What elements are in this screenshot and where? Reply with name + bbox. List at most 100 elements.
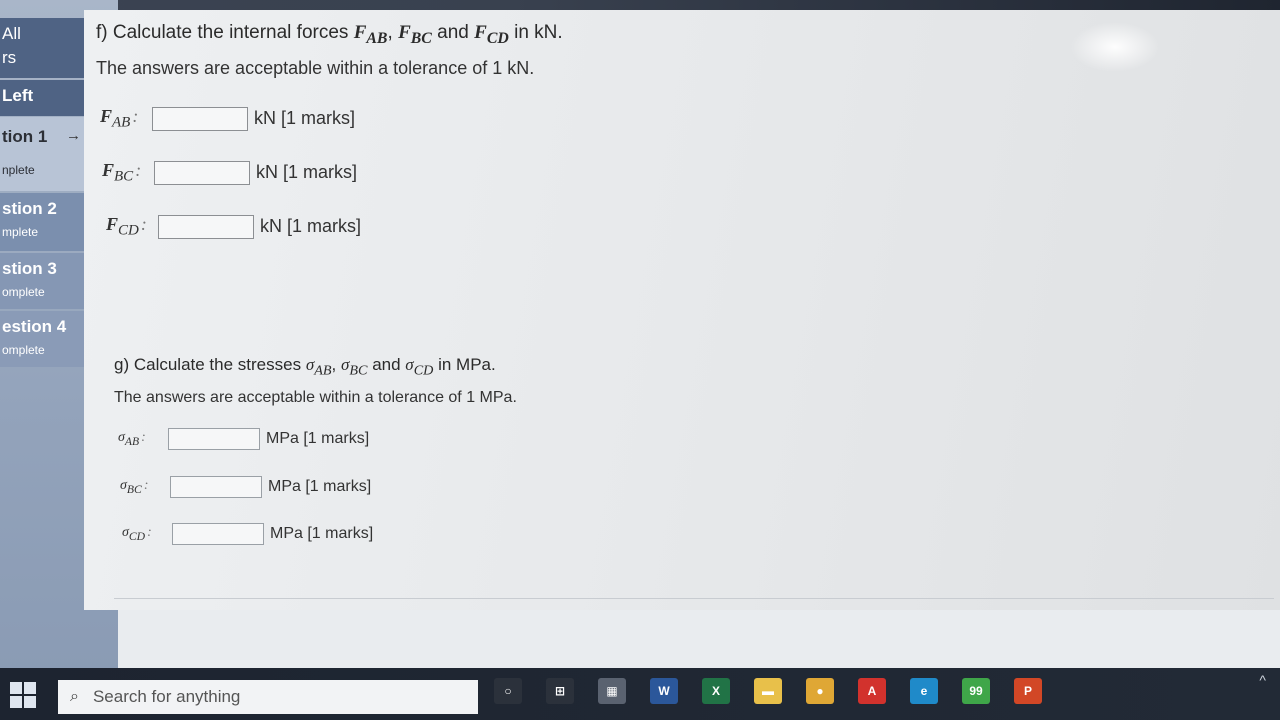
answer-row-sigma-cd: σCD: MPa [1 marks] [122,523,373,545]
sidebar-item-question-3[interactable]: stion 3 omplete [0,253,84,309]
sigma-bc-unit-marks: MPa [1 marks] [268,478,372,495]
label-sigma-cd-sub: CD [128,529,146,543]
search-icon: ⌕ [70,688,79,705]
powerpoint-icon[interactable]: P [1014,678,1042,704]
label-sigma-ab: σAB: [118,430,146,448]
question-1-status: nplete [2,163,35,177]
label-sigma-ab-sub: AB [124,434,140,448]
edge-icon[interactable]: e [910,678,938,704]
arrow-right-icon: → [66,127,81,144]
var-fab-sub: AB [366,29,388,47]
label-sigma-bc-symbol: σ [120,478,127,494]
label-fab-sub: AB [112,114,131,131]
var-sigma-ab-sub: AB [314,362,332,379]
var-fbc: FBC [398,22,432,47]
question-3-status: omplete [2,285,45,299]
question-f-title-prefix: f) Calculate the internal forces [96,22,349,43]
chrome-icon[interactable]: ● [806,678,834,704]
question-f-title-suffix: in kN. [514,22,563,43]
fab-answer-input[interactable] [152,106,248,131]
answer-row-fbc: FBC: kN [1 marks] [102,160,357,186]
label-fcd-sub: CD [118,222,139,239]
excel-icon[interactable]: X [702,678,730,704]
label-fbc: FBC: [102,160,142,185]
label-sigma-cd-symbol: σ [122,525,129,541]
var-sigma-bc: σBC [341,355,367,378]
sigma-ab-answer-input[interactable] [168,428,260,450]
var-fcd-sub: CD [486,29,509,47]
answer-row-sigma-ab: σAB: MPa [1 marks] [118,428,369,450]
search-placeholder: Search for anything [92,687,241,706]
answer-row-fcd: FCD: kN [1 marks] [106,214,361,240]
taskbar-search[interactable]: ⌕ Search for anything [58,680,478,714]
question-g-tolerance: The answers are acceptable within a tole… [114,389,517,407]
var-fab-symbol: F [353,22,367,43]
screen-glare [1070,22,1160,72]
question-f-tolerance: The answers are acceptable within a tole… [96,57,535,78]
question-g-title: g) Calculate the stresses σAB, σBC and σ… [114,355,496,379]
label-fbc-sub: BC [114,168,134,185]
label-sigma-cd: σCD: [122,525,152,543]
tray-expand-icon[interactable]: ^ [1259,672,1266,688]
var-sigma-cd-sub: CD [413,362,434,379]
var-sigma-cd-symbol: σ [405,355,414,374]
question-f: f) Calculate the internal forces FAB, FB… [96,22,563,79]
taskbar: ⌕ Search for anything ○ ⊞ ▦ W X ▬ ● Ae 99 P ^ [0,668,1280,720]
sigma-ab-unit-marks: MPa [1 marks] [266,430,370,447]
word-icon[interactable]: W [650,678,678,704]
question-2-label: stion 2 [2,199,57,218]
label-fcd: FCD: [106,214,147,239]
var-sigma-ab-symbol: σ [305,355,315,374]
sigma-bc-answer-input[interactable] [170,476,262,498]
fab-unit-marks: kN [1 marks] [254,108,356,129]
sidebar-item-all[interactable]: All rs [0,18,84,78]
var-fcd-symbol: F [474,22,487,43]
question-g: g) Calculate the stresses σAB, σBC and σ… [114,355,517,407]
sidebar-item-question-2[interactable]: stion 2 mplete [0,193,84,251]
var-fab: FAB [353,22,388,47]
var-fbc-symbol: F [398,22,411,43]
store-icon[interactable]: ▦ [598,678,626,704]
fbc-unit-marks: kN [1 marks] [256,162,358,183]
question-g-and: and [372,355,401,374]
fbc-answer-input[interactable] [154,160,250,185]
question-f-title: f) Calculate the internal forces FAB, FB… [96,22,563,47]
label-fbc-symbol: F [102,160,115,180]
file-explorer-icon[interactable]: ▬ [754,678,782,704]
sidebar-item-question-4[interactable]: estion 4 omplete [0,311,84,367]
task-view-icon[interactable]: ⊞ [546,678,574,704]
question-4-status: omplete [2,343,45,357]
question-g-title-suffix: in MPa. [438,355,496,374]
question-2-status: mplete [2,225,39,239]
answer-row-sigma-bc: σBC: MPa [1 marks] [120,476,371,498]
label-fab: FAB: [100,106,139,131]
sidebar-all-label: All [2,24,21,43]
var-fcd: FCD [474,22,509,47]
fcd-answer-input[interactable] [158,214,254,239]
fcd-unit-marks: kN [1 marks] [260,216,362,237]
var-sigma-bc-sub: BC [349,362,368,379]
sidebar-rs-label: rs [2,48,17,67]
question-panel: f) Calculate the internal forces FAB, FB… [84,10,1280,610]
section-divider [114,598,1274,599]
label-sigma-ab-symbol: σ [118,430,125,446]
sidebar-item-left[interactable]: Left [0,80,84,116]
sigma-cd-answer-input[interactable] [172,523,264,545]
whatsapp-icon[interactable]: 99 [962,678,990,704]
var-sigma-cd: σCD [405,355,433,378]
question-f-and: and [437,22,469,43]
label-fab-symbol: F [100,106,113,126]
acrobat-icon[interactable]: A [858,678,886,704]
sidebar-left-label: Left [2,86,34,105]
label-fcd-symbol: F [106,214,119,234]
sigma-cd-unit-marks: MPa [1 marks] [270,525,374,542]
var-sigma-ab: σAB [305,355,332,378]
cortana-icon[interactable]: ○ [494,678,522,704]
question-4-label: estion 4 [2,317,67,336]
sidebar-item-question-1[interactable]: tion 1 → nplete [0,117,84,191]
question-g-title-prefix: g) Calculate the stresses [114,355,302,374]
label-sigma-bc-sub: BC [126,482,142,496]
var-fbc-sub: BC [410,29,432,47]
question-3-label: stion 3 [2,259,57,278]
windows-start-icon[interactable] [10,682,36,708]
